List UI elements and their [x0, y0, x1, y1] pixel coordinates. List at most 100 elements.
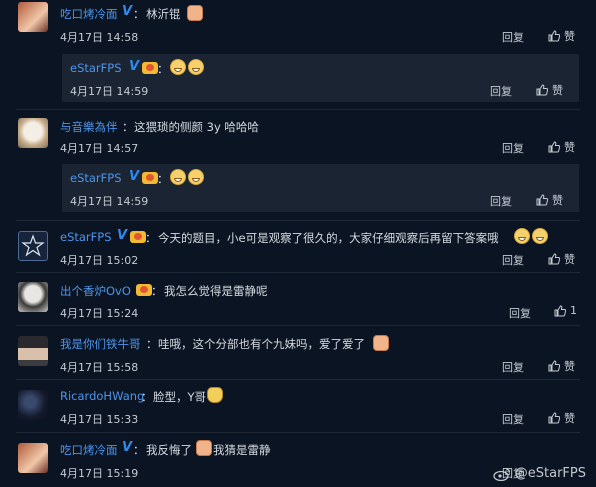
comment-text: 脸型，Y哥 — [153, 390, 207, 404]
comment-time: 4月17日 15:58 — [60, 361, 139, 374]
avatar[interactable] — [18, 282, 48, 312]
comment-username[interactable]: eStarFPS — [70, 61, 122, 75]
thumbs-up-icon — [548, 360, 560, 372]
comment-colon: ： — [141, 390, 153, 404]
thumbs-up-icon — [548, 253, 560, 265]
watermark: @eStarFPS — [493, 466, 586, 481]
like-label: 赞 — [564, 360, 575, 373]
comment-item: 出个香炉OvO ： 我怎么觉得是雷静呢 4月17日 15:24 回复 1 — [0, 273, 596, 325]
like-label: 赞 — [552, 84, 563, 97]
comment-colon: ： — [151, 284, 163, 298]
reply-box: eStarFPS V ： 4月17日 14:59 回复 赞 — [62, 54, 579, 102]
comment-time: 4月17日 15:19 — [60, 467, 139, 480]
comment-colon: ： — [146, 337, 158, 351]
like-label: 赞 — [564, 30, 575, 43]
comment-text: 林沂锟 — [146, 7, 181, 21]
like-label: 赞 — [564, 412, 575, 425]
thumbs-up-icon — [548, 141, 560, 153]
comment-colon: ： — [133, 7, 145, 21]
like-button[interactable]: 赞 — [548, 139, 575, 155]
face-emoji-icon — [373, 335, 389, 351]
comment-item: 我是你们铁牛哥 ： 哇哦，这个分部也有个九妹吗，爱了爱了 4月17日 15:58… — [0, 326, 596, 378]
like-button[interactable]: 赞 — [548, 358, 575, 374]
reply-button[interactable]: 回复 — [502, 29, 524, 45]
grin-emoji-icon — [532, 228, 548, 244]
comment-time: 4月17日 14:58 — [60, 31, 139, 44]
reply-button[interactable]: 回复 — [502, 252, 524, 268]
grin-emoji-icon — [170, 59, 186, 75]
comment-text: 这猥琐的侧颜 3y 哈哈哈 — [134, 120, 259, 134]
comment-colon: ： — [122, 120, 134, 134]
thumbs-up-icon — [548, 412, 560, 424]
like-label: 赞 — [564, 141, 575, 154]
reply-box: eStarFPS V ： 4月17日 14:59 回复 赞 — [62, 164, 579, 212]
comment-time: 4月17日 14:59 — [70, 195, 149, 208]
comment-text: 我怎么觉得是雷静呢 — [164, 284, 268, 298]
like-button[interactable]: 赞 — [548, 410, 575, 426]
comment-text: 今天的题目，小e可是观察了很久的，大家仔细观察后再留下答案哦 — [158, 231, 499, 245]
reply-button[interactable]: 回复 — [502, 411, 524, 427]
comment-username[interactable]: 吃口烤冷面 — [60, 442, 118, 458]
verified-v-icon: V — [117, 228, 128, 243]
comment-time: 4月17日 14:57 — [60, 142, 139, 155]
like-label: 赞 — [552, 194, 563, 207]
verified-v-icon: V — [122, 4, 133, 19]
comment-text: 哇哦，这个分部也有个九妹吗，爱了爱了 — [158, 337, 365, 351]
comment-colon: ： — [133, 443, 145, 457]
avatar[interactable] — [18, 336, 48, 366]
verified-v-icon: V — [129, 59, 140, 74]
avatar[interactable] — [18, 390, 48, 420]
comment-colon: ： — [157, 62, 169, 76]
comment-username[interactable]: eStarFPS — [70, 171, 122, 185]
avatar[interactable] — [18, 118, 48, 148]
weibo-logo-icon — [493, 467, 510, 481]
thumbs-up-icon — [554, 304, 566, 316]
watermark-text: @eStarFPS — [514, 466, 586, 481]
thumbs-up-icon — [548, 30, 560, 42]
avatar[interactable] — [18, 231, 48, 261]
vip-badge-icon — [142, 62, 158, 74]
comment-username[interactable]: 吃口烤冷面 — [60, 6, 118, 22]
vip-badge-icon — [136, 284, 152, 296]
comment-username[interactable]: RicardoHWang — [60, 389, 144, 403]
reply-button[interactable]: 回复 — [509, 305, 531, 321]
avatar[interactable] — [18, 443, 48, 473]
reply-button[interactable]: 回复 — [490, 83, 512, 99]
like-button[interactable]: 赞 — [548, 251, 575, 267]
comment-username[interactable]: eStarFPS — [60, 230, 112, 244]
comment-time: 4月17日 15:24 — [60, 307, 139, 320]
comment-colon: ： — [157, 172, 169, 186]
reply-button[interactable]: 回复 — [502, 140, 524, 156]
like-label: 赞 — [564, 253, 575, 266]
grin-emoji-icon — [188, 59, 204, 75]
reply-button[interactable]: 回复 — [490, 193, 512, 209]
like-button[interactable]: 1 — [554, 304, 577, 317]
comment-username[interactable]: 我是你们铁牛哥 — [60, 336, 141, 352]
grin-emoji-icon — [170, 169, 186, 185]
comment-item: eStarFPS V ： 今天的题目，小e可是观察了很久的，大家仔细观察后再留下… — [0, 221, 596, 271]
grin-emoji-icon — [188, 169, 204, 185]
like-button[interactable]: 赞 — [536, 192, 563, 208]
verified-v-icon: V — [122, 440, 133, 455]
comment-colon: ： — [145, 231, 157, 245]
like-button[interactable]: 赞 — [536, 82, 563, 98]
thumbs-up-icon — [536, 84, 548, 96]
vip-badge-icon — [130, 231, 146, 243]
comment-item: 与音樂為伴 ： 这猥琐的侧颜 3y 哈哈哈 4月17日 14:57 回复 赞 — [0, 110, 596, 160]
verified-v-icon: V — [129, 169, 140, 184]
comment-username[interactable]: 与音樂為伴 — [60, 119, 118, 135]
comment-time: 4月17日 14:59 — [70, 85, 149, 98]
grin-emoji-icon — [514, 228, 530, 244]
like-button[interactable]: 赞 — [548, 28, 575, 44]
cat-emoji-icon — [207, 387, 223, 403]
avatar[interactable] — [18, 2, 48, 32]
estar-logo-icon — [21, 234, 45, 257]
comment-username[interactable]: 出个香炉OvO — [60, 283, 131, 299]
like-count: 1 — [570, 304, 577, 317]
comment-text-part: 我猜是雷静 — [213, 443, 271, 457]
vip-badge-icon — [142, 172, 158, 184]
comment-time: 4月17日 15:02 — [60, 254, 139, 267]
comment-item: RicardoHWang ： 脸型，Y哥 4月17日 15:33 回复 赞 — [0, 380, 596, 430]
comment-text-part: 我反悔了 — [146, 443, 192, 457]
reply-button[interactable]: 回复 — [502, 359, 524, 375]
